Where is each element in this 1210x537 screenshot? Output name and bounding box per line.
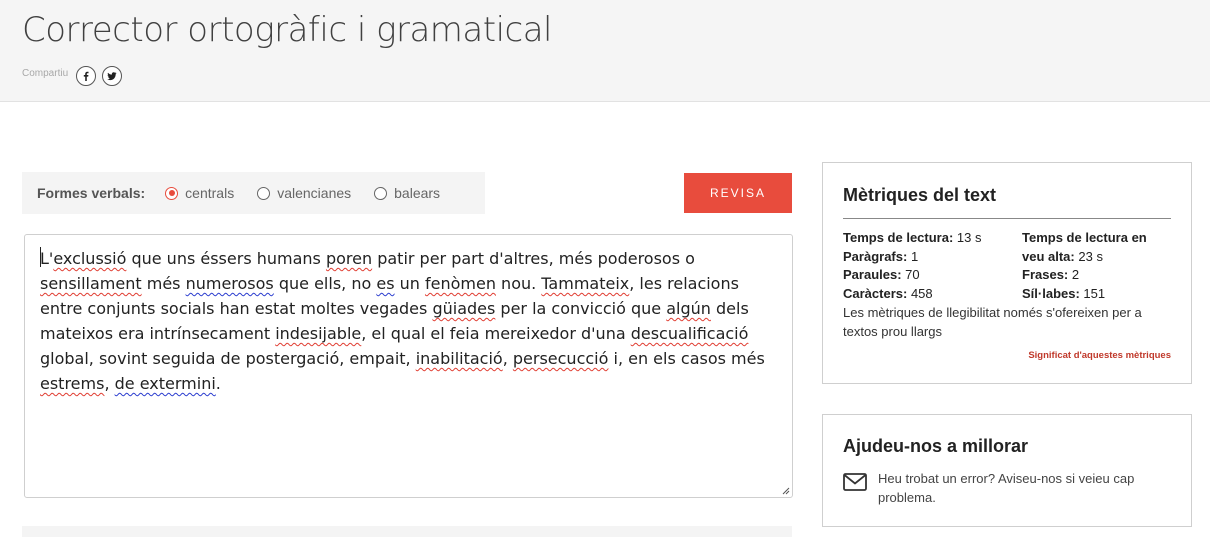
metric-value: 2	[1071, 267, 1080, 282]
text-run: més	[141, 274, 186, 293]
twitter-share-button[interactable]	[102, 66, 123, 86]
revisa-button[interactable]: REVISA	[684, 173, 792, 213]
metric-aloud-time: Temps de lectura en veu alta: 23 s	[1022, 229, 1172, 266]
page-header: Corrector ortogràfic i gramatical Compar…	[0, 0, 1210, 102]
text-run: ,	[104, 374, 115, 393]
text-run: que ells, no	[273, 274, 377, 293]
spelling-error-word[interactable]: inabilitació	[416, 349, 503, 368]
spelling-error-word[interactable]: sensillament	[40, 274, 142, 293]
metric-label: Frases:	[1022, 267, 1069, 282]
editor-text: L'exclussió que uns éssers humans poren …	[40, 249, 765, 393]
metric-value: 458	[910, 285, 933, 301]
bottom-strip	[22, 526, 792, 537]
metric-sentences: Frases: 2	[1022, 266, 1079, 285]
share-label: Compartiu	[22, 67, 69, 79]
spelling-error-word[interactable]: poren	[326, 249, 372, 268]
grammar-suggestion-word[interactable]: es	[376, 274, 394, 293]
spelling-error-word[interactable]: exclussió	[53, 249, 126, 268]
metrics-divider	[843, 218, 1171, 219]
verb-forms-options: Formes verbals: centrals valencianes bal…	[22, 172, 485, 214]
radio-valencianes[interactable]: valencianes	[257, 185, 351, 201]
radio-balears[interactable]: balears	[374, 185, 440, 201]
metrics-title: Mètriques del text	[843, 185, 997, 205]
text-run: que uns éssers humans	[126, 249, 326, 268]
metrics-meaning-link[interactable]: Significat d'aquestes mètriques	[1028, 350, 1171, 361]
metric-label: Síl·labes:	[1022, 285, 1080, 301]
metric-label: Paràgrafs:	[843, 248, 908, 264]
metric-label: Temps de lectura:	[843, 230, 954, 245]
metric-words: Paraules: 70	[843, 266, 920, 285]
text-run: , el qual el feia mereixedor d'una	[361, 324, 631, 343]
spelling-error-word[interactable]: indesijable	[275, 324, 361, 343]
help-text: Heu trobat un error? Aviseu-nos si veieu…	[878, 471, 1135, 505]
metric-label: Paraules:	[843, 267, 902, 282]
metric-value: 151	[1083, 285, 1106, 301]
resize-grip-icon[interactable]	[782, 487, 790, 495]
text-run: ,	[502, 349, 513, 368]
spelling-error-word[interactable]: fenòmen	[425, 274, 496, 293]
metrics-panel: Mètriques del text Temps de lectura: 13 …	[822, 162, 1192, 384]
radio-balears-label: balears	[394, 185, 441, 201]
grammar-suggestion-word[interactable]: de extermini	[115, 374, 216, 393]
spelling-error-word[interactable]: persecucció	[513, 349, 609, 368]
spelling-error-word[interactable]: algún	[666, 299, 711, 318]
text-editor[interactable]: L'exclussió que uns éssers humans poren …	[24, 234, 793, 498]
text-run: per la convicció que	[495, 299, 667, 318]
metric-value: 23 s	[1078, 248, 1103, 264]
help-title: Ajudeu-nos a millorar	[843, 436, 1029, 456]
facebook-icon	[83, 71, 89, 81]
spelling-error-word[interactable]: estrems	[40, 374, 104, 393]
spelling-error-word[interactable]: Tammateix	[541, 274, 629, 293]
metric-paragraphs: Paràgrafs: 1	[843, 248, 918, 267]
radio-centrals-label: centrals	[185, 185, 235, 201]
help-panel: Ajudeu-nos a millorar Heu trobat un erro…	[822, 414, 1192, 527]
radio-valencianes-circle[interactable]	[257, 186, 271, 200]
text-run: L'	[40, 249, 54, 268]
text-run: nou.	[495, 274, 542, 293]
spelling-error-word[interactable]: güiades	[432, 299, 495, 318]
metric-value: 1	[910, 248, 919, 264]
radio-centrals-circle[interactable]	[165, 186, 179, 200]
verb-forms-label: Formes verbals:	[37, 185, 146, 201]
metric-value: 13 s	[956, 230, 982, 245]
text-run: i, en els casos més	[608, 349, 765, 368]
metric-label: Caràcters:	[843, 285, 908, 301]
help-row[interactable]: Heu trobat un error? Aviseu-nos si veieu…	[843, 469, 1168, 507]
text-run: un	[394, 274, 425, 293]
twitter-icon	[107, 72, 117, 81]
radio-balears-circle[interactable]	[374, 186, 388, 200]
metric-value: 70	[905, 267, 920, 282]
facebook-share-button[interactable]	[76, 66, 97, 86]
envelope-icon	[843, 473, 867, 491]
text-run: .	[215, 374, 221, 393]
page-title: Corrector ortogràfic i gramatical	[22, 10, 553, 50]
readability-note: Les mètriques de llegibilitat només s'of…	[843, 305, 1142, 339]
metric-syllables: Síl·labes: 151	[1022, 285, 1105, 304]
radio-valencianes-label: valencianes	[277, 185, 352, 201]
text-cursor	[40, 247, 41, 267]
text-run: patir per part d'altres, més poderosos o	[372, 249, 695, 268]
text-run: global, sovint seguida de postergació, e…	[40, 349, 416, 368]
metric-reading-time: Temps de lectura: 13 s	[843, 229, 982, 248]
grammar-suggestion-word[interactable]: numerosos	[186, 274, 274, 293]
radio-centrals[interactable]: centrals	[165, 185, 234, 201]
spelling-error-word[interactable]: descualificació	[631, 324, 749, 343]
share-row: Compartiu	[22, 66, 128, 86]
metric-characters: Caràcters: 458	[843, 285, 933, 304]
